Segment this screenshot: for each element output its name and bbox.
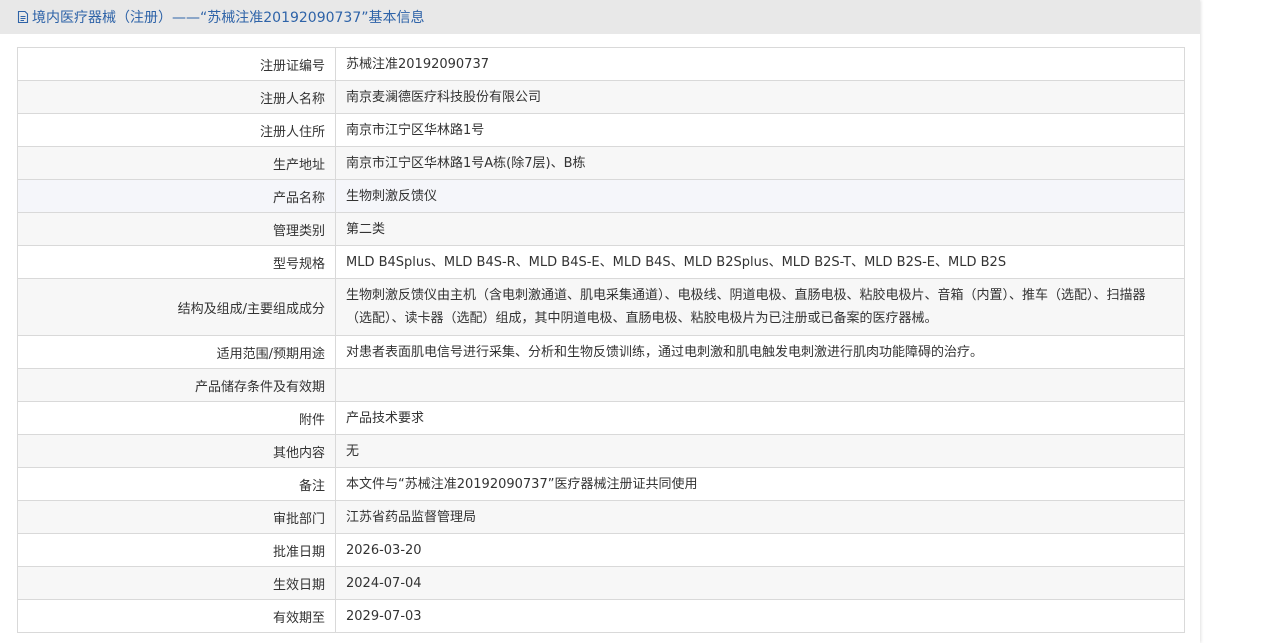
document-icon	[16, 10, 30, 24]
field-label: 注册人住所	[17, 113, 336, 147]
field-label: 生产地址	[17, 146, 336, 180]
field-value: 第二类	[335, 212, 1185, 246]
field-value: 2024-07-04	[335, 566, 1185, 600]
field-value: 南京麦澜德医疗科技股份有限公司	[335, 80, 1185, 114]
field-label: 附件	[17, 401, 336, 435]
table-row: 管理类别 第二类	[17, 212, 1185, 246]
field-value	[335, 368, 1185, 402]
table-row: 其他内容 无	[17, 434, 1185, 468]
field-value: 对患者表面肌电信号进行采集、分析和生物反馈训练，通过电刺激和肌电触发电刺激进行肌…	[335, 335, 1185, 369]
field-label: 生效日期	[17, 566, 336, 600]
table-row: 型号规格 MLD B4Splus、MLD B4S-R、MLD B4S-E、MLD…	[17, 245, 1185, 279]
table-row: 注册人住所 南京市江宁区华林路1号	[17, 113, 1185, 147]
table-row: 生产地址 南京市江宁区华林路1号A栋(除7层)、B栋	[17, 146, 1185, 180]
table-row: 有效期至 2029-07-03	[17, 599, 1185, 633]
panel-header: 境内医疗器械（注册）——“苏械注准20192090737”基本信息	[0, 0, 1200, 34]
table-row: 注册人名称 南京麦澜德医疗科技股份有限公司	[17, 80, 1185, 114]
field-label: 注册人名称	[17, 80, 336, 114]
field-label: 产品名称	[17, 179, 336, 213]
table-row: 生效日期 2024-07-04	[17, 566, 1185, 600]
field-label: 备注	[17, 467, 336, 501]
field-label: 注册证编号	[17, 47, 336, 81]
field-label: 有效期至	[17, 599, 336, 633]
field-label: 适用范围/预期用途	[17, 335, 336, 369]
field-value: 生物刺激反馈仪由主机（含电刺激通道、肌电采集通道）、电极线、阴道电极、直肠电极、…	[335, 278, 1185, 336]
field-value: MLD B4Splus、MLD B4S-R、MLD B4S-E、MLD B4S、…	[335, 245, 1185, 279]
table-row: 审批部门 江苏省药品监督管理局	[17, 500, 1185, 534]
field-value: 生物刺激反馈仪	[335, 179, 1185, 213]
table-row: 备注 本文件与“苏械注准20192090737”医疗器械注册证共同使用	[17, 467, 1185, 501]
field-value: 江苏省药品监督管理局	[335, 500, 1185, 534]
field-label: 产品储存条件及有效期	[17, 368, 336, 402]
field-value: 本文件与“苏械注准20192090737”医疗器械注册证共同使用	[335, 467, 1185, 501]
table-row: 产品储存条件及有效期	[17, 368, 1185, 402]
page-title: 境内医疗器械（注册）——“苏械注准20192090737”基本信息	[32, 10, 425, 26]
field-value: 无	[335, 434, 1185, 468]
field-label: 结构及组成/主要组成成分	[17, 278, 336, 336]
table-row: 附件 产品技术要求	[17, 401, 1185, 435]
field-value: 南京市江宁区华林路1号	[335, 113, 1185, 147]
table-row: 批准日期 2026-03-20	[17, 533, 1185, 567]
field-label: 型号规格	[17, 245, 336, 279]
field-label: 管理类别	[17, 212, 336, 246]
table-row: 结构及组成/主要组成成分 生物刺激反馈仪由主机（含电刺激通道、肌电采集通道）、电…	[17, 278, 1185, 336]
table-row: 注册证编号 苏械注准20192090737	[17, 47, 1185, 81]
table-row: 适用范围/预期用途 对患者表面肌电信号进行采集、分析和生物反馈训练，通过电刺激和…	[17, 335, 1185, 369]
field-value: 2029-07-03	[335, 599, 1185, 633]
field-value: 产品技术要求	[335, 401, 1185, 435]
detail-panel: 境内医疗器械（注册）——“苏械注准20192090737”基本信息 注册证编号 …	[0, 0, 1200, 643]
table-row: 产品名称 生物刺激反馈仪	[17, 179, 1185, 213]
field-label: 批准日期	[17, 533, 336, 567]
field-label: 其他内容	[17, 434, 336, 468]
field-value: 南京市江宁区华林路1号A栋(除7层)、B栋	[335, 146, 1185, 180]
field-value: 苏械注准20192090737	[335, 47, 1185, 81]
field-label: 审批部门	[17, 500, 336, 534]
field-value: 2026-03-20	[335, 533, 1185, 567]
info-table: 注册证编号 苏械注准20192090737 注册人名称 南京麦澜德医疗科技股份有…	[17, 47, 1185, 633]
